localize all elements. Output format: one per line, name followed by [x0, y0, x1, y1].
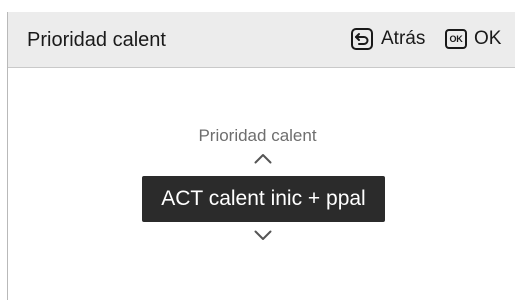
ok-key-icon: OK: [445, 29, 467, 49]
settings-screen: Prioridad calent Atrás OK OK Prioridad c…: [0, 0, 515, 300]
header-bar: Prioridad calent Atrás OK OK: [8, 12, 515, 68]
ok-button[interactable]: OK OK: [445, 26, 501, 52]
chevron-up-icon[interactable]: [254, 153, 272, 164]
chevron-down-icon[interactable]: [254, 230, 272, 241]
ok-label: OK: [474, 28, 502, 49]
setting-label: Prioridad calent: [198, 126, 317, 145]
page-title: Prioridad calent: [27, 29, 166, 51]
back-button[interactable]: Atrás: [351, 26, 425, 52]
back-return-icon: [351, 28, 373, 50]
setting-value-selector[interactable]: ACT calent inic + ppal: [142, 176, 385, 222]
back-label: Atrás: [381, 28, 426, 49]
